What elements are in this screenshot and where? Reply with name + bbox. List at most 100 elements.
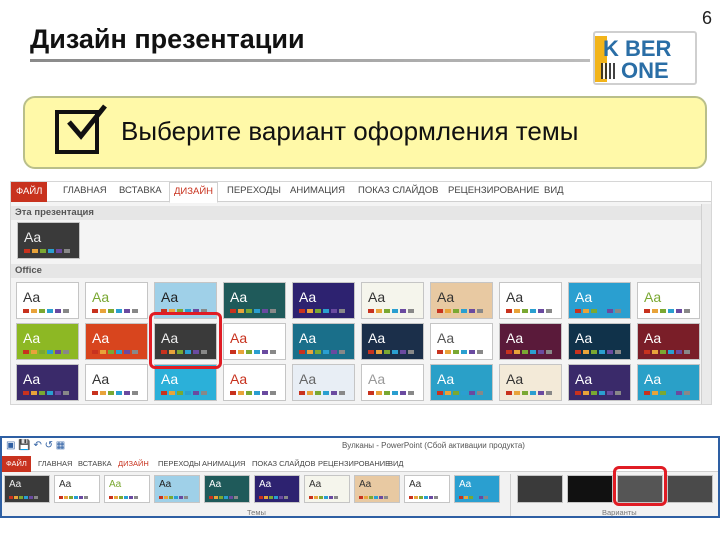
theme-color-swatches: [92, 309, 138, 313]
theme-thumbnail-label: Aa: [644, 289, 662, 305]
theme-thumbnail-label: Aa: [575, 371, 593, 387]
tab-review[interactable]: РЕЦЕНЗИРОВАНИЕ: [318, 459, 390, 468]
theme-thumbnail-label: Aa: [644, 330, 662, 346]
theme-thumbnail[interactable]: Aa: [637, 323, 700, 360]
theme-color-swatches: [309, 496, 338, 499]
tab-view[interactable]: ВИД: [388, 459, 403, 468]
theme-color-swatches: [109, 496, 138, 499]
theme-thumbnail-label: Aa: [575, 289, 593, 305]
theme-thumbnail-small[interactable]: Aa: [404, 475, 450, 503]
theme-thumbnail-small[interactable]: Aa: [304, 475, 350, 503]
tab-file[interactable]: ФАЙЛ: [11, 182, 48, 202]
theme-thumbnail-label: Aa: [299, 371, 317, 387]
variant-thumbnail[interactable]: [567, 475, 613, 503]
theme-thumbnail-label: Aa: [92, 371, 110, 387]
tab-slideshow[interactable]: ПОКАЗ СЛАЙДОВ: [358, 185, 438, 196]
theme-thumbnail[interactable]: Aa: [568, 364, 631, 401]
theme-thumbnail[interactable]: Aa: [292, 282, 355, 319]
theme-thumbnail[interactable]: Aa: [223, 282, 286, 319]
theme-thumbnail[interactable]: Aa: [361, 323, 424, 360]
tab-review[interactable]: РЕЦЕНЗИРОВАНИЕ: [448, 185, 539, 196]
variant-thumbnail[interactable]: [517, 475, 563, 503]
tab-transitions[interactable]: ПЕРЕХОДЫ: [158, 459, 201, 468]
theme-color-swatches: [368, 391, 414, 395]
theme-thumbnail[interactable]: Aa: [637, 364, 700, 401]
theme-thumbnail[interactable]: Aa: [223, 364, 286, 401]
theme-thumbnail[interactable]: Aa: [568, 282, 631, 319]
theme-color-swatches: [359, 496, 388, 499]
theme-thumbnail-label: Aa: [92, 289, 110, 305]
theme-thumbnail-label: Aa: [9, 479, 22, 490]
theme-thumbnail-label: Aa: [24, 229, 42, 245]
qr-code-icon: [601, 63, 617, 79]
theme-thumbnail-small[interactable]: Aa: [104, 475, 150, 503]
theme-color-swatches: [161, 391, 207, 395]
theme-thumbnail-small[interactable]: Aa: [454, 475, 500, 503]
theme-thumbnail[interactable]: Aa: [430, 364, 493, 401]
theme-thumbnail[interactable]: Aa: [16, 364, 79, 401]
design-ribbon-collapsed: ▣ 💾 ↶ ↺ ▦ Вулканы - PowerPoint (Сбой акт…: [0, 436, 720, 518]
theme-thumbnail-small[interactable]: Aa: [54, 475, 100, 503]
theme-thumbnail[interactable]: Aa: [499, 364, 562, 401]
theme-thumbnail[interactable]: Aa: [499, 282, 562, 319]
tab-slideshow[interactable]: ПОКАЗ СЛАЙДОВ: [252, 459, 316, 468]
tab-file[interactable]: ФАЙЛ: [2, 456, 31, 472]
theme-thumbnail-current[interactable]: Aa: [17, 222, 80, 259]
theme-thumbnail[interactable]: Aa: [430, 282, 493, 319]
theme-color-swatches: [575, 350, 621, 354]
theme-thumbnail[interactable]: Aa: [361, 282, 424, 319]
theme-thumbnail[interactable]: Aa: [430, 323, 493, 360]
theme-thumbnail[interactable]: Aa: [361, 364, 424, 401]
theme-thumbnail-label: Aa: [299, 330, 317, 346]
variant-thumbnail[interactable]: [667, 475, 713, 503]
theme-color-swatches: [159, 496, 188, 499]
theme-thumbnail[interactable]: Aa: [292, 323, 355, 360]
theme-thumbnail[interactable]: Aa: [85, 364, 148, 401]
theme-thumbnail-small[interactable]: Aa: [254, 475, 300, 503]
theme-color-swatches: [506, 391, 552, 395]
design-ribbon-expanded: ФАЙЛ ГЛАВНАЯ ВСТАВКА ДИЗАЙН ПЕРЕХОДЫ АНИ…: [10, 181, 712, 405]
tab-view[interactable]: ВИД: [544, 185, 564, 196]
theme-color-swatches: [230, 309, 276, 313]
tab-design[interactable]: ДИЗАЙН: [169, 182, 219, 203]
theme-thumbnail[interactable]: Aa: [223, 323, 286, 360]
theme-color-swatches: [299, 391, 345, 395]
tab-home[interactable]: ГЛАВНАЯ: [38, 459, 72, 468]
theme-color-swatches: [23, 350, 69, 354]
theme-thumbnail[interactable]: Aa: [85, 282, 148, 319]
theme-thumbnail-small[interactable]: Aa: [154, 475, 200, 503]
theme-thumbnail[interactable]: Aa: [85, 323, 148, 360]
theme-thumbnail-small[interactable]: Aa: [4, 475, 50, 503]
theme-thumbnail-label: Aa: [230, 289, 248, 305]
tab-animation[interactable]: АНИМАЦИЯ: [202, 459, 245, 468]
theme-thumbnail-label: Aa: [437, 371, 455, 387]
theme-thumbnail-small[interactable]: Aa: [354, 475, 400, 503]
theme-color-swatches: [644, 309, 690, 313]
theme-color-swatches: [209, 496, 238, 499]
gallery-scrollbar[interactable]: [701, 204, 711, 404]
theme-thumbnail[interactable]: Aa: [499, 323, 562, 360]
tab-animation[interactable]: АНИМАЦИЯ: [290, 185, 345, 196]
theme-thumbnail-label: Aa: [644, 371, 662, 387]
theme-thumbnail-label: Aa: [368, 330, 386, 346]
selected-theme-highlight: [149, 312, 222, 369]
theme-thumbnail[interactable]: Aa: [292, 364, 355, 401]
theme-thumbnail[interactable]: Aa: [154, 364, 217, 401]
tab-design[interactable]: ДИЗАЙН: [118, 459, 149, 468]
tab-insert[interactable]: ВСТАВКА: [119, 185, 162, 196]
theme-thumbnail-label: Aa: [230, 330, 248, 346]
quick-access-icons[interactable]: ▣ 💾 ↶ ↺ ▦: [6, 440, 65, 451]
section-bar-office: [11, 264, 711, 278]
group-label-themes: Темы: [247, 508, 266, 517]
tab-transitions[interactable]: ПЕРЕХОДЫ: [227, 185, 281, 196]
tab-insert[interactable]: ВСТАВКА: [78, 459, 112, 468]
theme-thumbnail[interactable]: Aa: [568, 323, 631, 360]
theme-thumbnail-label: Aa: [159, 479, 172, 490]
theme-thumbnail[interactable]: Aa: [16, 323, 79, 360]
logo-line2: ONE: [621, 58, 669, 83]
theme-thumbnail[interactable]: Aa: [637, 282, 700, 319]
theme-thumbnail-small[interactable]: Aa: [204, 475, 250, 503]
theme-thumbnail[interactable]: Aa: [16, 282, 79, 319]
tab-home[interactable]: ГЛАВНАЯ: [63, 185, 107, 196]
theme-thumbnail-label: Aa: [506, 371, 524, 387]
